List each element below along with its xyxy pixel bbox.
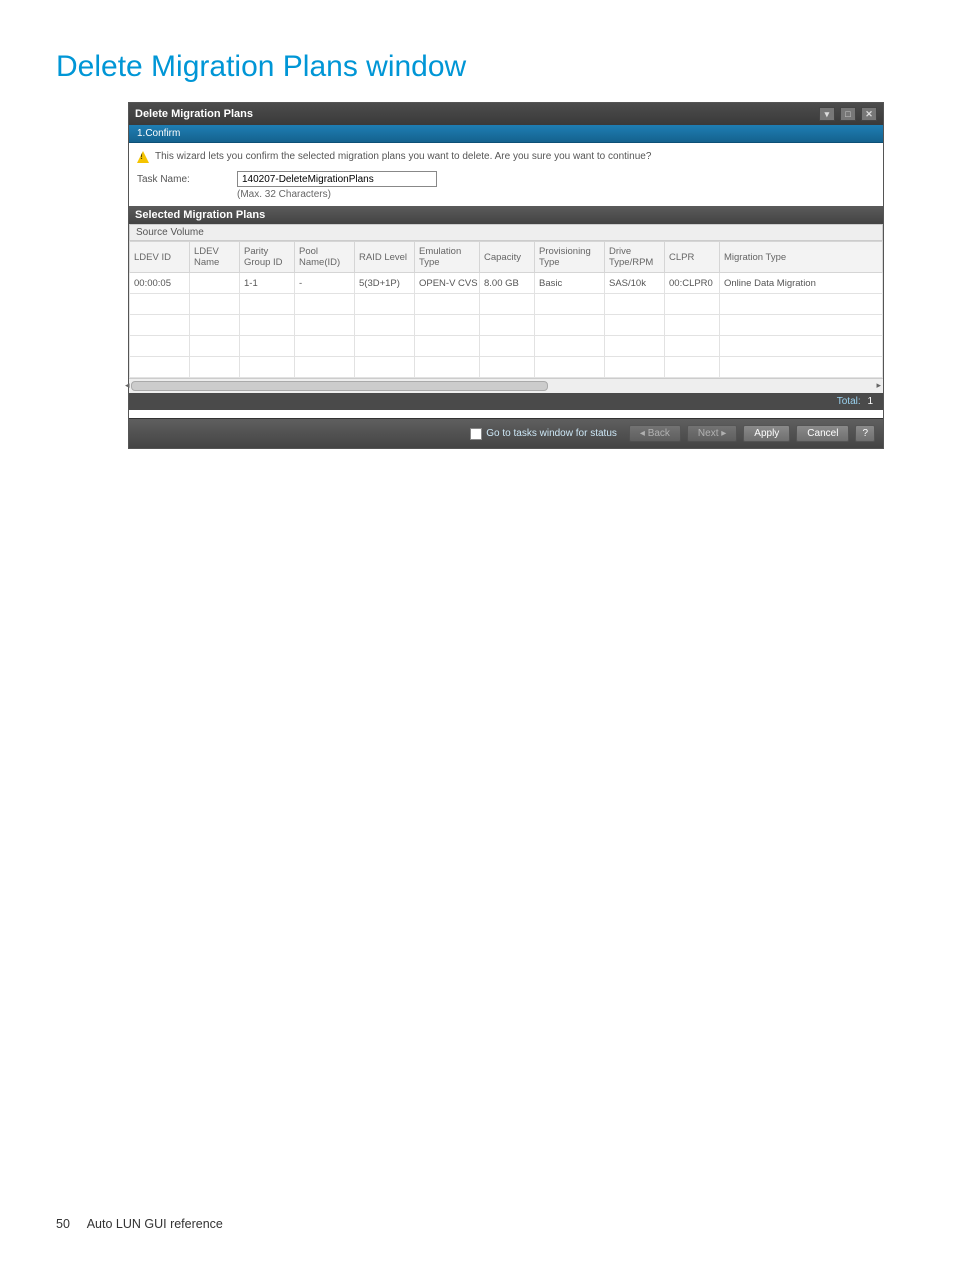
warning-icon [137, 151, 149, 163]
next-button[interactable]: Next ▸ [687, 425, 737, 442]
totals-bar: Total: 1 [129, 393, 883, 410]
cell-pool: - [295, 273, 355, 294]
filter-icon[interactable]: ▾ [819, 107, 835, 121]
wizard-step: 1.Confirm [129, 125, 883, 143]
table-row [130, 336, 883, 357]
col-ldev-id[interactable]: LDEV ID [130, 242, 190, 273]
window-titlebar: Delete Migration Plans ▾ □ ✕ [129, 103, 883, 125]
total-label: Total: [837, 396, 861, 407]
table-row[interactable]: 00:00:05 1-1 - 5(3D+1P) OPEN-V CVS 8.00 … [130, 273, 883, 294]
go-to-tasks-checkbox[interactable] [470, 428, 482, 440]
window-controls: ▾ □ ✕ [817, 107, 877, 121]
footer-bar: Go to tasks window for status ◂ Back Nex… [129, 418, 883, 448]
col-provisioning[interactable]: Provisioning Type [535, 242, 605, 273]
maximize-icon[interactable]: □ [840, 107, 856, 121]
cell-raid: 5(3D+1P) [355, 273, 415, 294]
cell-parity-group: 1-1 [240, 273, 295, 294]
page-number: 50 [56, 1217, 70, 1231]
back-button[interactable]: ◂ Back [629, 425, 681, 442]
scroll-thumb[interactable] [131, 381, 548, 391]
footer-text: Auto LUN GUI reference [87, 1217, 223, 1231]
col-emulation[interactable]: Emulation Type [415, 242, 480, 273]
col-drive[interactable]: Drive Type/RPM [605, 242, 665, 273]
scroll-right-icon[interactable]: ▸ [876, 380, 881, 391]
cell-ldev-id: 00:00:05 [130, 273, 190, 294]
selected-plans-header: Selected Migration Plans [129, 206, 883, 224]
col-migration-type[interactable]: Migration Type [720, 242, 883, 273]
col-ldev-name[interactable]: LDEV Name [190, 242, 240, 273]
table-row [130, 357, 883, 378]
cell-ldev-name [190, 273, 240, 294]
cell-clpr: 00:CLPR0 [665, 273, 720, 294]
migration-plans-table: LDEV ID LDEV Name Parity Group ID Pool N… [129, 241, 883, 378]
cell-capacity: 8.00 GB [480, 273, 535, 294]
col-parity-group[interactable]: Parity Group ID [240, 242, 295, 273]
cell-provisioning: Basic [535, 273, 605, 294]
total-value: 1 [867, 396, 873, 407]
status-note: Go to tasks window for status [486, 428, 617, 439]
source-volume-subheader: Source Volume [129, 224, 883, 241]
page-title: Delete Migration Plans window [56, 50, 898, 84]
help-button[interactable]: ? [855, 425, 875, 442]
apply-button[interactable]: Apply [743, 425, 790, 442]
page-footer: 50 Auto LUN GUI reference [56, 1217, 223, 1231]
col-clpr[interactable]: CLPR [665, 242, 720, 273]
col-raid[interactable]: RAID Level [355, 242, 415, 273]
cancel-button[interactable]: Cancel [796, 425, 849, 442]
col-pool[interactable]: Pool Name(ID) [295, 242, 355, 273]
table-header-row: LDEV ID LDEV Name Parity Group ID Pool N… [130, 242, 883, 273]
cell-migration: Online Data Migration [720, 273, 883, 294]
horizontal-scrollbar[interactable]: ◂ ▸ [129, 378, 883, 393]
task-name-input[interactable] [237, 171, 437, 187]
table-row [130, 315, 883, 336]
table-row [130, 294, 883, 315]
close-icon[interactable]: ✕ [861, 107, 877, 121]
cell-emulation: OPEN-V CVS [415, 273, 480, 294]
task-name-label: Task Name: [137, 171, 217, 185]
task-name-hint: (Max. 32 Characters) [237, 189, 437, 200]
confirm-message: This wizard lets you confirm the selecte… [155, 151, 651, 162]
scroll-left-icon[interactable]: ◂ [125, 380, 130, 391]
cell-drive: SAS/10k [605, 273, 665, 294]
col-capacity[interactable]: Capacity [480, 242, 535, 273]
window-title: Delete Migration Plans [135, 108, 253, 120]
delete-migration-plans-window: Delete Migration Plans ▾ □ ✕ 1.Confirm T… [128, 102, 884, 449]
